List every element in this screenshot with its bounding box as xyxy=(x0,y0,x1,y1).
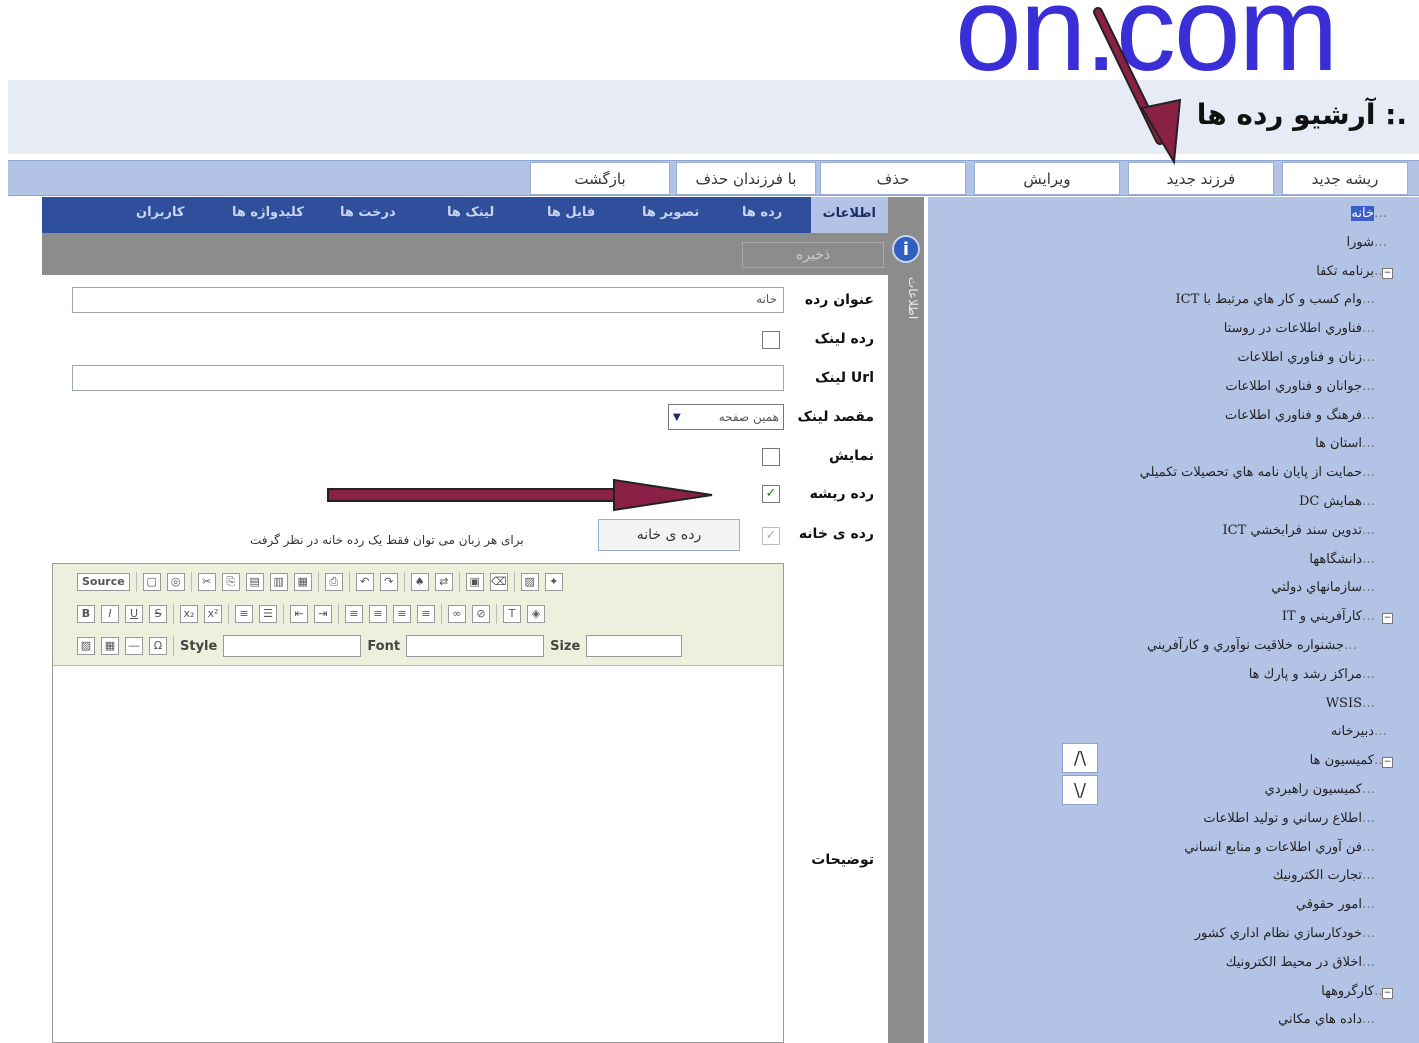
annotation-arrows xyxy=(327,7,1182,512)
